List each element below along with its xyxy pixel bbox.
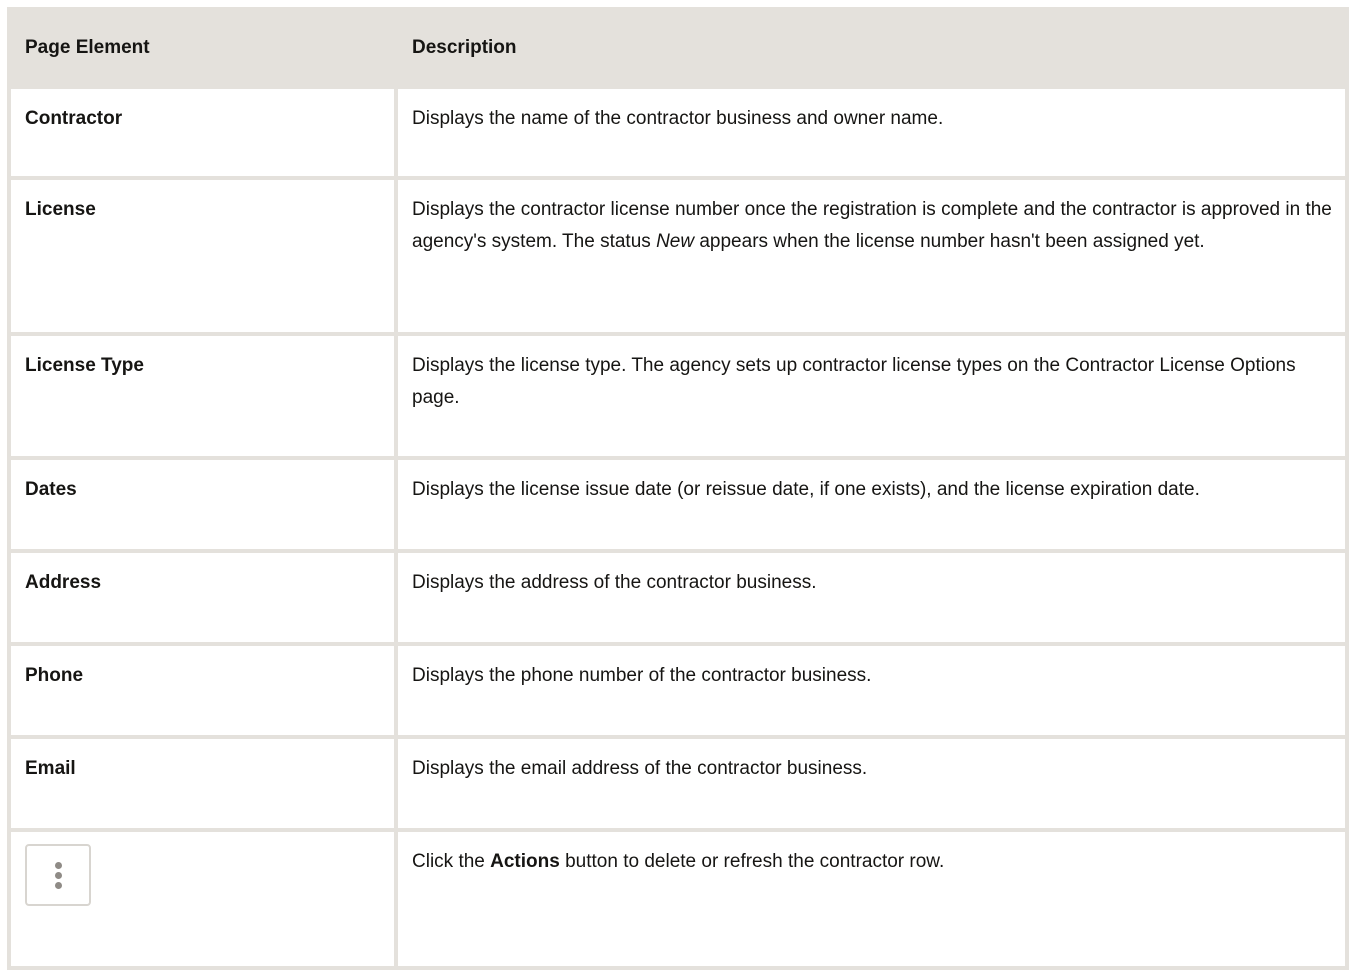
element-name: License (7, 176, 398, 336)
element-description: Displays the contractor license number o… (394, 176, 1349, 336)
table-row: License Displays the contractor license … (7, 176, 1349, 336)
element-description: Displays the license type. The agency se… (394, 332, 1349, 460)
table-row: Contractor Displays the name of the cont… (7, 85, 1349, 180)
element-name: Phone (7, 642, 398, 739)
actions-label: Actions (490, 851, 560, 872)
description-text: Click the (412, 851, 491, 872)
table-row: Dates Displays the license issue date (o… (7, 456, 1349, 553)
ellipsis-dot (54, 861, 62, 869)
table-row: License Type Displays the license type. … (7, 332, 1349, 460)
table-row: Email Displays the email address of the … (7, 735, 1349, 832)
table-row: Click the Actions button to delete or re… (7, 828, 1349, 970)
element-name: Contractor (7, 85, 398, 180)
element-icon-cell (7, 828, 398, 970)
description-text: appears when the license number hasn't b… (694, 231, 1205, 252)
element-name: Address (7, 549, 398, 646)
ellipsis-dot (54, 881, 62, 889)
element-name: License Type (7, 332, 398, 460)
ellipsis-dot (54, 871, 62, 879)
element-name: Dates (7, 456, 398, 553)
page-elements-table: Page Element Description Contractor Disp… (7, 7, 1349, 970)
element-description: Click the Actions button to delete or re… (394, 828, 1349, 970)
element-description: Displays the license issue date (or reis… (394, 456, 1349, 553)
vertical-ellipsis-icon[interactable] (25, 844, 91, 906)
table-row: Phone Displays the phone number of the c… (7, 642, 1349, 739)
element-description: Displays the email address of the contra… (394, 735, 1349, 832)
element-name: Email (7, 735, 398, 832)
header-description: Description (394, 7, 1349, 89)
table-row: Address Displays the address of the cont… (7, 549, 1349, 646)
status-new-text: New (656, 231, 695, 252)
element-description: Displays the name of the contractor busi… (394, 85, 1349, 180)
description-text: button to delete or refresh the contract… (559, 851, 945, 872)
element-description: Displays the address of the contractor b… (394, 549, 1349, 646)
element-description: Displays the phone number of the contrac… (394, 642, 1349, 739)
table-header-row: Page Element Description (7, 7, 1349, 89)
header-page-element: Page Element (7, 7, 398, 89)
